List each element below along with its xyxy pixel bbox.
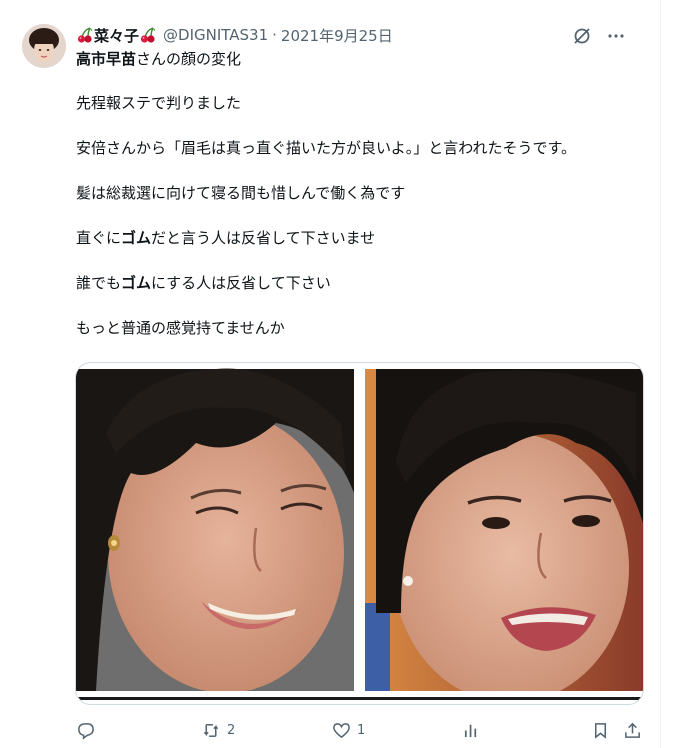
share-icon	[625, 722, 640, 738]
paragraph: もっと普通の感覚持てませんか	[76, 319, 285, 337]
bookmark-icon	[594, 722, 607, 739]
tweet-date[interactable]: 2021年9月25日	[281, 25, 393, 46]
paragraph: 先程報ステで判りました	[76, 94, 242, 112]
tweet-media[interactable]	[75, 362, 644, 705]
text-segment: 直ぐに	[76, 229, 122, 247]
author-name-block[interactable]: 菜々子	[76, 25, 157, 46]
author-handle[interactable]: @DIGNITAS31	[163, 26, 268, 44]
share-button[interactable]	[623, 721, 642, 740]
text-segment: にする人は反省して下さい	[151, 274, 331, 292]
like-icon	[333, 722, 350, 738]
separator-dot: ·	[272, 26, 277, 44]
like-button[interactable]: 1	[332, 721, 365, 740]
bookmark-button[interactable]	[591, 721, 610, 740]
reply-icon	[78, 722, 94, 740]
reply-button[interactable]	[76, 721, 95, 740]
like-count: 1	[357, 722, 366, 738]
cherry-icon	[77, 27, 93, 43]
text-segment: 誰でも	[76, 274, 122, 292]
text-segment: だと言う人は反省して下さいませ	[151, 229, 376, 247]
tweet-text: 高市早苗さんの顔の変化 先程報ステで判りました 安倍さんから「眉毛は真っ直ぐ描い…	[76, 48, 642, 339]
tweet-title-line: 高市早苗さんの顔の変化	[76, 48, 642, 70]
bold-segment: ゴム	[121, 274, 152, 292]
tweet-container: 菜々子 @DIGNITAS31 · 2021年9月25日 高市早苗さんの顔の変化…	[0, 0, 661, 748]
paragraph: 安倍さんから「眉毛は真っ直ぐ描いた方が良いよ。」と言われたそうです。	[76, 139, 576, 157]
paragraph-gomu-2: 誰でもゴムにする人は反省して下さい	[76, 272, 642, 294]
views-icon	[464, 724, 477, 737]
right-face-photo[interactable]	[365, 369, 643, 703]
avatar[interactable]	[22, 24, 66, 68]
title-rest: さんの顔の変化	[136, 50, 242, 68]
paragraph: 髪は総裁選に向けて寝る間も惜しんで働く為です	[76, 184, 406, 202]
action-bar: 2 1	[76, 718, 642, 742]
more-icon[interactable]	[606, 26, 626, 46]
tweet-header: 菜々子 @DIGNITAS31 · 2021年9月25日	[76, 24, 393, 46]
author-name: 菜々子	[94, 26, 140, 45]
views-button[interactable]	[462, 721, 481, 740]
top-right-actions	[572, 26, 626, 46]
retweet-count: 2	[227, 722, 236, 738]
retweet-icon	[203, 723, 219, 737]
retweet-button[interactable]: 2	[201, 721, 235, 740]
left-face-photo[interactable]	[76, 368, 354, 693]
paragraph-gomu-1: 直ぐにゴムだと言う人は反省して下さいませ	[76, 227, 642, 249]
bold-segment: ゴム	[121, 229, 152, 247]
cherry-icon	[140, 27, 156, 43]
title-name: 高市早苗	[76, 50, 137, 68]
grok-icon[interactable]	[572, 26, 592, 46]
